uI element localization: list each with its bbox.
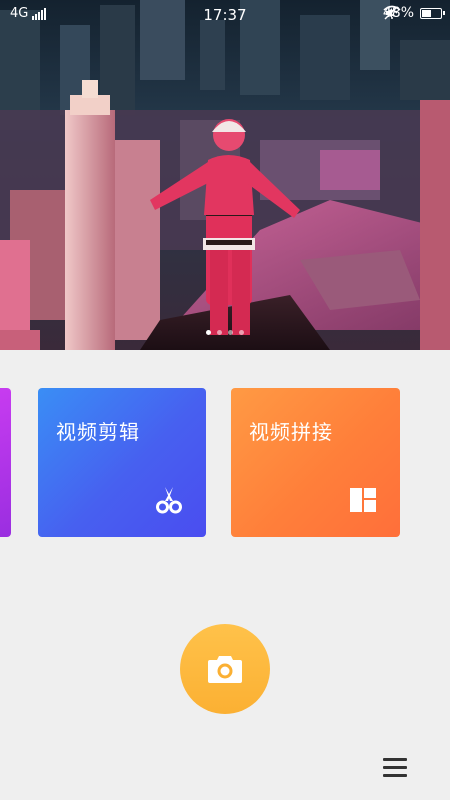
hero-banner[interactable]: 4G 17:37 48% <box>0 0 450 350</box>
battery-icon <box>420 7 445 19</box>
home-screen: 4G 17:37 48% 视频剪辑 视频拼接 <box>0 0 450 800</box>
scissors-icon <box>156 487 182 514</box>
hamburger-menu-icon[interactable] <box>380 754 410 780</box>
carousel-dot[interactable] <box>239 330 244 335</box>
banner-photo <box>0 0 450 350</box>
camera-button[interactable] <box>180 624 270 714</box>
video-clip-card[interactable]: 视频剪辑 <box>38 388 206 537</box>
status-right: 48% <box>383 5 445 21</box>
video-splice-label: 视频拼接 <box>249 420 333 444</box>
layout-grid-icon <box>350 488 376 512</box>
carousel-dot[interactable] <box>217 330 222 335</box>
carousel-dot[interactable] <box>206 330 211 335</box>
video-splice-card[interactable]: 视频拼接 <box>231 388 400 537</box>
carousel-indicator <box>0 330 450 335</box>
battery-level-fill <box>422 9 431 17</box>
carousel-dot[interactable] <box>228 330 233 335</box>
wifi-icon <box>383 5 401 19</box>
camera-icon <box>208 656 242 683</box>
feature-card-partial[interactable] <box>0 388 11 537</box>
status-bar: 4G 17:37 48% <box>0 0 450 30</box>
video-clip-label: 视频剪辑 <box>56 420 140 444</box>
